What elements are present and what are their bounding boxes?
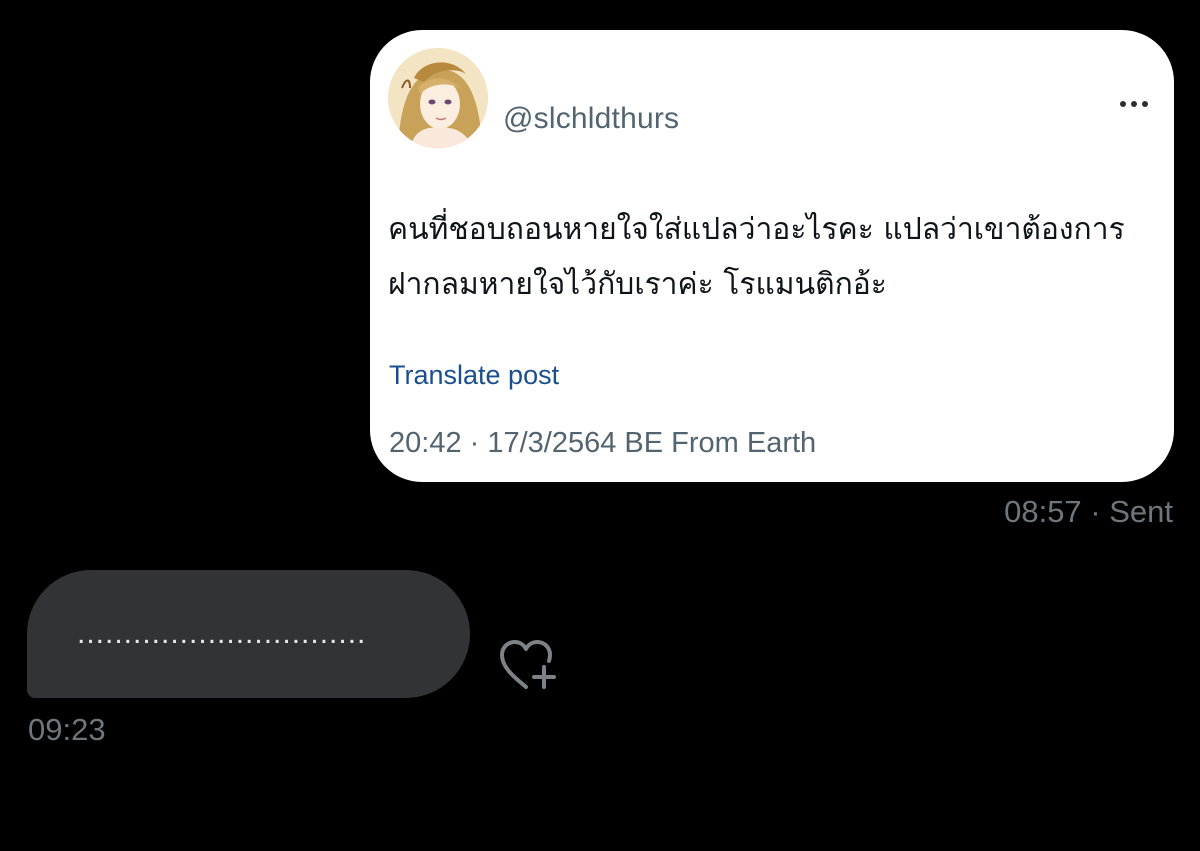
embedded-post-card[interactable]: @slchldthurs คนที่ชอบถอนหายใจใส่แปลว่าอะ… (370, 30, 1174, 482)
received-message-text: ............................... (77, 617, 367, 650)
profile-avatar[interactable] (388, 48, 488, 148)
received-message-time: 09:23 (28, 712, 106, 747)
sent-message-status: 08:57 · Sent (1004, 494, 1173, 529)
add-reaction-heart-icon[interactable] (496, 637, 560, 693)
post-author-handle[interactable]: @slchldthurs (503, 102, 679, 136)
post-timestamp-source: 20:42 · 17/3/2564 BE From Earth (389, 427, 817, 459)
translate-post-link[interactable]: Translate post (389, 360, 559, 391)
post-text: คนที่ชอบถอนหายใจใส่แปลว่าอะไรคะ แปลว่าเข… (388, 212, 1125, 302)
more-options-icon[interactable] (1114, 94, 1154, 114)
received-message-bubble[interactable]: ............................... (27, 570, 470, 698)
